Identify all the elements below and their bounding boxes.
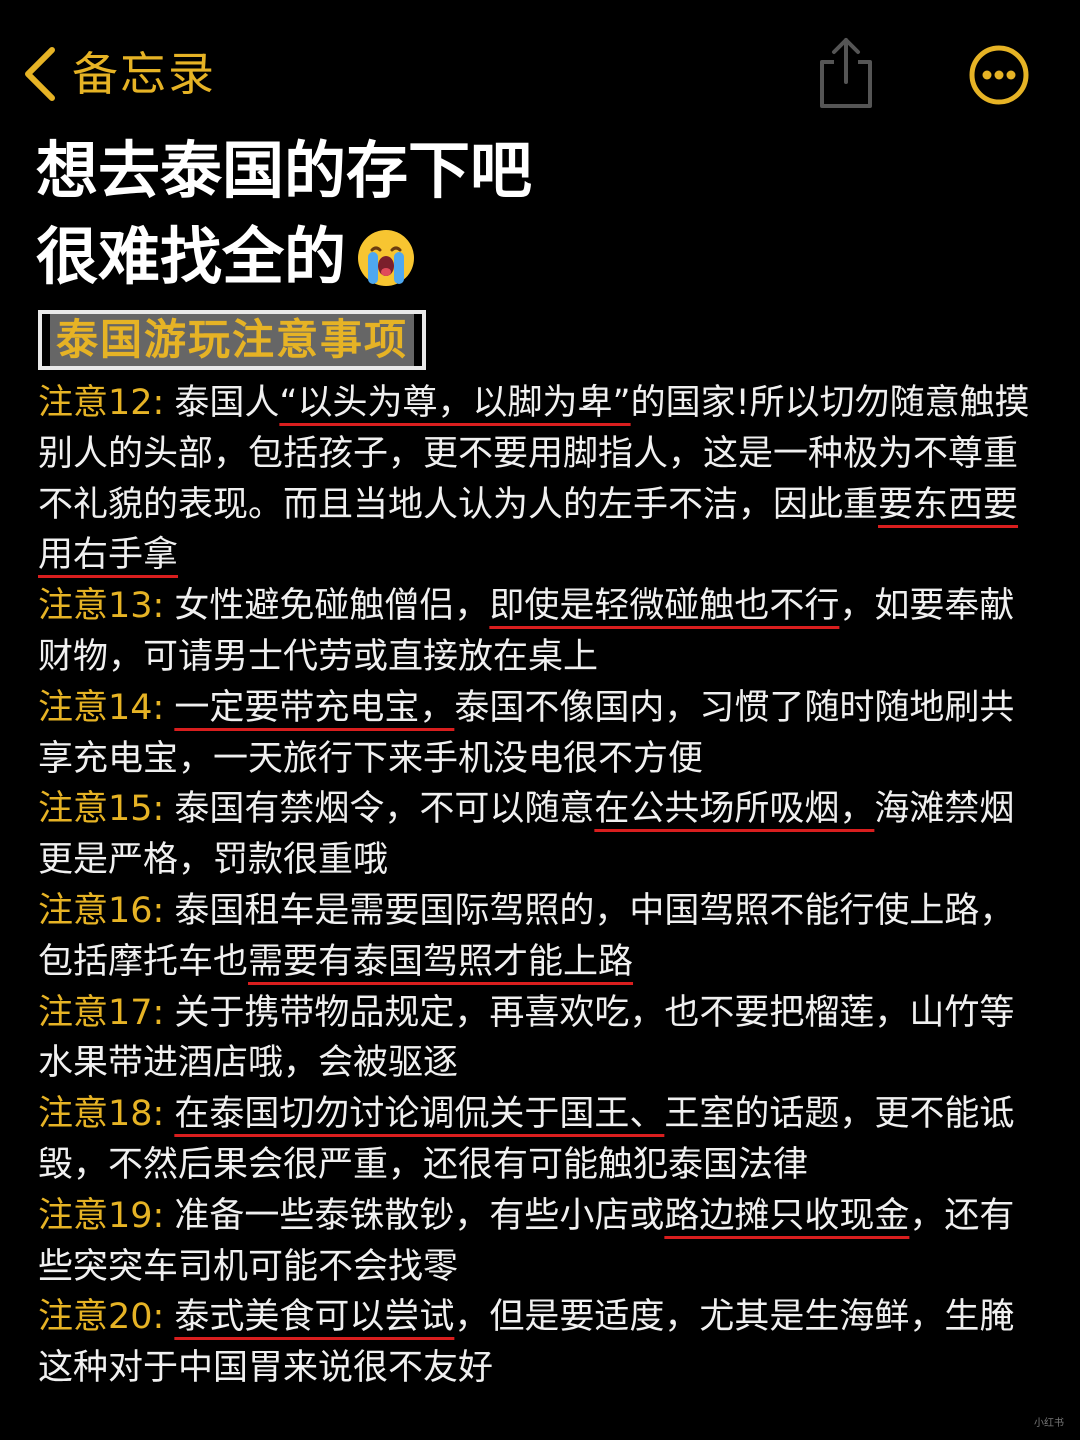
share-icon: [814, 38, 878, 114]
title-line-2-text: 很难找全的: [36, 220, 347, 293]
section-heading-text: 泰国游玩注意事项: [50, 314, 415, 366]
note-title: 想去泰国的存下吧 很难找全的: [36, 128, 1036, 300]
loudly-crying-face-icon: [356, 224, 416, 310]
note-label: 注意14:: [38, 687, 165, 728]
note-item: 注意16: 泰国租车是需要国际驾照的，中国驾照不能行使上路，包括摩托车也需要有泰国…: [38, 886, 1048, 988]
note-label: 注意20:: [38, 1297, 165, 1338]
note-item: 注意18: 在泰国切勿讨论调侃关于国王、王室的话题，更不能诋毁，不然后果会很严重，…: [38, 1089, 1048, 1191]
note-label: 注意12:: [38, 383, 165, 423]
back-label: 备忘录: [72, 47, 216, 101]
share-button[interactable]: [814, 36, 878, 110]
chevron-left-icon: [22, 46, 58, 102]
note-text: 准备一些泰铢散钞，有些小店或: [174, 1195, 665, 1236]
note-label: 注意18:: [38, 1094, 165, 1135]
note-highlight: 需要有泰国驾照才能上路: [248, 941, 634, 982]
note-text: 泰国人: [174, 383, 280, 423]
note-text: 女性避免碰触僧侣，: [174, 586, 490, 627]
watermark: 小红书: [1034, 1418, 1064, 1429]
note-highlight: 泰式美食可以尝试: [174, 1297, 455, 1338]
notes-list: 注意12: 泰国人“以头为尊，以脚为卑”的国家!所以切勿随意触摸别人的头部，包括孩…: [38, 378, 1048, 1394]
note-label: 注意13:: [38, 586, 165, 627]
note-item: 注意20: 泰式美食可以尝试，但是要适度，尤其是生海鲜，生腌这种对于中国胃来说很不…: [38, 1292, 1048, 1394]
note-label: 注意19:: [38, 1195, 165, 1236]
note-highlight: “以头为尊，以脚为卑”: [279, 383, 631, 423]
note-label: 注意16:: [38, 890, 165, 931]
note-item: 注意13: 女性避免碰触僧侣，即使是轻微碰触也不行，如要奉献财物，可请男士代劳或直…: [38, 581, 1048, 683]
note-label: 注意17:: [38, 992, 165, 1033]
note-item: 注意15: 泰国有禁烟令，不可以随意在公共场所吸烟，海滩禁烟更是严格，罚款很重哦: [38, 784, 1048, 886]
title-line-2: 很难找全的: [36, 214, 1036, 300]
more-button[interactable]: [968, 44, 1030, 106]
note-item: 注意19: 准备一些泰铢散钞，有些小店或路边摊只收现金，还有些突突车司机可能不会找…: [38, 1191, 1048, 1293]
note-highlight: 路边摊只收现金: [664, 1195, 910, 1236]
note-item: 注意17: 关于携带物品规定，再喜欢吃，也不要把榴莲，山竹等水果带进酒店哦，会被驱…: [38, 988, 1048, 1090]
navigation-bar: 备忘录: [0, 0, 1080, 120]
title-line-1: 想去泰国的存下吧: [36, 134, 533, 207]
note-text: 泰国有禁烟令，不可以随意: [174, 789, 595, 830]
back-button[interactable]: 备忘录: [22, 42, 216, 106]
note-item: 注意12: 泰国人“以头为尊，以脚为卑”的国家!所以切勿随意触摸别人的头部，包括孩…: [38, 378, 1048, 581]
note-text: 关于携带物品规定，再喜欢吃，也不要把榴莲，山竹等水果带进酒店哦，会被驱逐: [38, 992, 1015, 1084]
note-highlight: 在公共场所吸烟，: [594, 789, 875, 830]
note-highlight: 即使是轻微碰触也不行: [489, 586, 840, 627]
note-item: 注意14: 一定要带充电宝，泰国不像国内，习惯了随时随地刷共享充电宝，一天旅行下来…: [38, 683, 1048, 785]
note-highlight: 在泰国切勿讨论调侃关于国王、: [174, 1094, 665, 1135]
more-icon: [968, 45, 1030, 110]
note-highlight: 一定要带充电宝，: [174, 687, 455, 728]
section-heading: 泰国游玩注意事项: [38, 310, 427, 370]
note-label: 注意15:: [38, 789, 165, 830]
